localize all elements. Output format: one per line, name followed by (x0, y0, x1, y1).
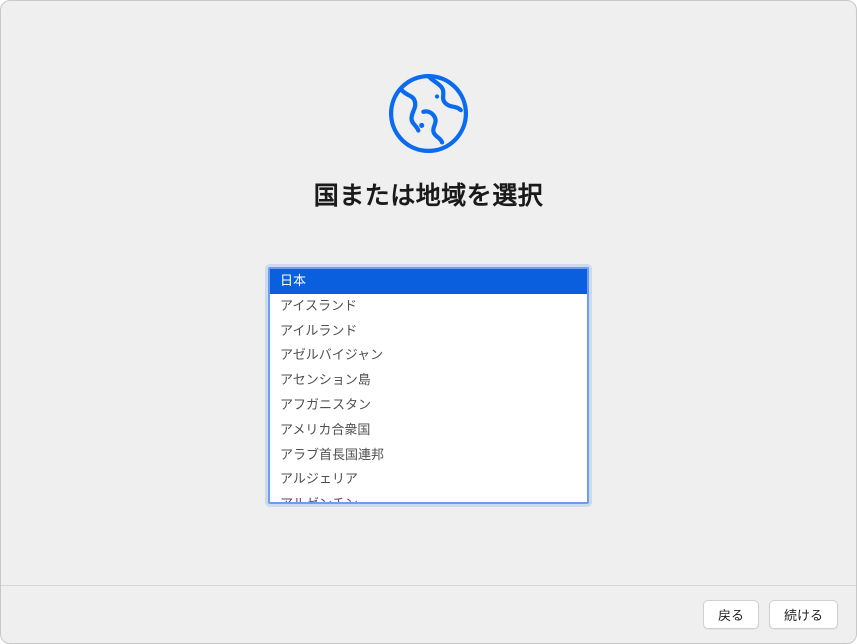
setup-window: 国または地域を選択 日本アイスランドアイルランドアゼルバイジャンアセンション島ア… (0, 0, 857, 644)
country-list-item[interactable]: アラブ首長国連邦 (270, 443, 587, 468)
country-list-item[interactable]: アメリカ合衆国 (270, 418, 587, 443)
country-listbox[interactable]: 日本アイスランドアイルランドアゼルバイジャンアセンション島アフガニスタンアメリカ… (268, 267, 589, 504)
page-title: 国または地域を選択 (314, 176, 544, 212)
country-list-item[interactable]: アフガニスタン (270, 393, 587, 418)
globe-icon (386, 71, 471, 156)
footer-bar: 戻る 続ける (1, 585, 856, 643)
country-list-item[interactable]: アルゼンチン (270, 492, 587, 504)
main-content: 国または地域を選択 日本アイスランドアイルランドアゼルバイジャンアセンション島ア… (1, 1, 856, 585)
country-list-item[interactable]: 日本 (270, 269, 587, 294)
continue-button[interactable]: 続ける (769, 600, 838, 629)
country-list-item[interactable]: アセンション島 (270, 368, 587, 393)
country-list-item[interactable]: アゼルバイジャン (270, 343, 587, 368)
country-list-item[interactable]: アルジェリア (270, 467, 587, 492)
country-list-item[interactable]: アイルランド (270, 319, 587, 344)
back-button[interactable]: 戻る (703, 600, 759, 629)
country-list-item[interactable]: アイスランド (270, 294, 587, 319)
